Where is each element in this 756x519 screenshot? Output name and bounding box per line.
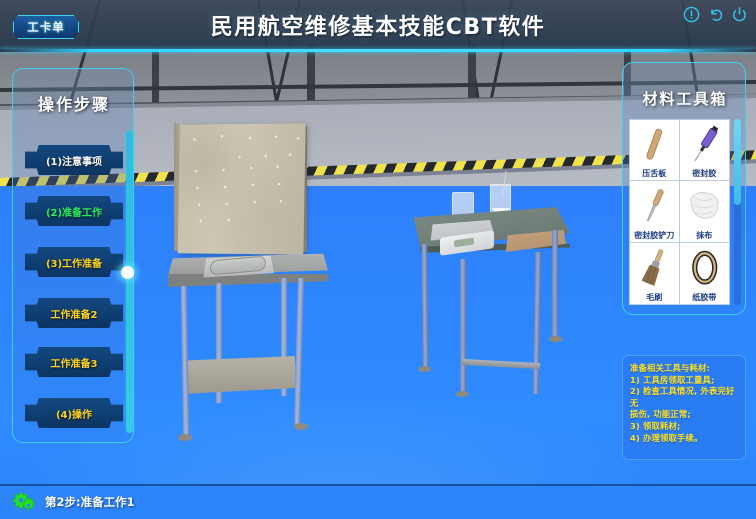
table-foot (418, 366, 431, 372)
paint-brush-icon (630, 243, 679, 292)
instruction-line: 3) 领取耗材; (630, 421, 740, 433)
tool-label: 毛刷 (646, 292, 662, 303)
table-leg (552, 230, 558, 340)
toolbox-scrollbar-thumb[interactable] (734, 119, 741, 205)
tool-label: 纸胶带 (692, 292, 716, 303)
sidebar-item-step-4[interactable]: 工作准备2 (25, 298, 123, 328)
power-icon[interactable] (731, 6, 748, 23)
tool-label: 密封胶 (692, 168, 716, 179)
cloth-rag-icon (680, 181, 730, 229)
material-toolbox-panel: 材料工具箱 压舌板 密封胶 密封胶铲刀 抹布 毛刷 纸胶带 (622, 62, 746, 315)
tool-label: 压舌板 (642, 168, 666, 179)
bench-leg (294, 278, 304, 426)
bench-foot (178, 434, 192, 441)
table-cross-brace (462, 359, 540, 369)
bench-lower-shelf (184, 356, 296, 394)
tool-label: 密封胶铲刀 (634, 230, 674, 241)
ceiling-beam (307, 44, 315, 108)
gears-icon (13, 491, 39, 513)
instruction-line: 2) 检查工具情况, 外表完好无 (630, 386, 740, 409)
bench-leg (181, 286, 190, 438)
tool-item-brush[interactable]: 毛刷 (630, 243, 680, 304)
table-leg (421, 244, 428, 370)
table-leg (460, 259, 466, 396)
tongue-depressor-icon (630, 120, 679, 168)
status-bar: 第2步:准备工作1 (0, 484, 756, 519)
undo-icon[interactable] (707, 6, 724, 23)
bench-top-edge (168, 274, 328, 287)
status-text: 第2步:准备工作1 (45, 494, 135, 510)
info-icon[interactable] (683, 6, 700, 23)
page-title: 民用航空维修基本技能CBT软件 (0, 9, 756, 41)
sealant-syringe-icon (680, 120, 730, 168)
tool-label: 抹布 (696, 230, 712, 241)
aircraft-skin-panel[interactable] (178, 123, 306, 254)
sidebar-item-step-5[interactable]: 工作准备3 (25, 347, 123, 377)
tool-item-tongue-depressor[interactable]: 压舌板 (630, 120, 680, 181)
instruction-panel: 准备相关工具与耗材: 1) 工具房领取工量具; 2) 检查工具情况, 外表完好无… (622, 355, 746, 460)
operation-steps-panel: 操作步骤 (1)注意事项 (2)准备工作 (3)工作准备 工作准备2 工作准备3… (12, 68, 134, 443)
tool-item-sealant-spatula[interactable]: 密封胶铲刀 (630, 181, 680, 242)
tool-item-sealant[interactable]: 密封胶 (680, 120, 730, 181)
sidebar-item-step-6[interactable]: (4)操作 (25, 398, 123, 428)
table-foot (549, 336, 562, 342)
tool-item-rag[interactable]: 抹布 (680, 181, 730, 242)
sidebar-item-step-1[interactable]: (1)注意事项 (25, 145, 123, 175)
sealant-spatula-icon (630, 181, 679, 229)
sidebar-item-step-3[interactable]: (3)工作准备 (25, 247, 123, 277)
bench-foot (294, 423, 308, 430)
step-progress-indicator[interactable] (121, 266, 134, 279)
step-progress-track[interactable] (126, 131, 133, 433)
work-bench-with-panel[interactable] (168, 226, 328, 446)
steps-panel-title: 操作步骤 (13, 91, 135, 115)
ceiling-beam (152, 46, 159, 108)
tool-item-masking-tape[interactable]: 纸胶带 (680, 243, 730, 304)
masking-tape-icon (680, 243, 730, 292)
table-foot (456, 391, 469, 397)
top-header-bar: 工卡单 民用航空维修基本技能CBT软件 (0, 0, 756, 52)
table-leg (533, 252, 541, 394)
material-table[interactable] (400, 206, 570, 396)
instruction-line: 损伤, 功能正常; (630, 409, 740, 421)
tool-grid: 压舌板 密封胶 密封胶铲刀 抹布 毛刷 纸胶带 (629, 119, 730, 305)
instruction-line: 准备相关工具与耗材: (630, 363, 740, 375)
toolbox-panel-title: 材料工具箱 (623, 88, 747, 109)
header-icon-group (683, 6, 748, 23)
sidebar-item-step-2[interactable]: (2)准备工作 (25, 196, 123, 226)
instruction-line: 4) 办理领取手续。 (630, 433, 740, 445)
instruction-line: 1) 工具房领取工量具; (630, 375, 740, 387)
